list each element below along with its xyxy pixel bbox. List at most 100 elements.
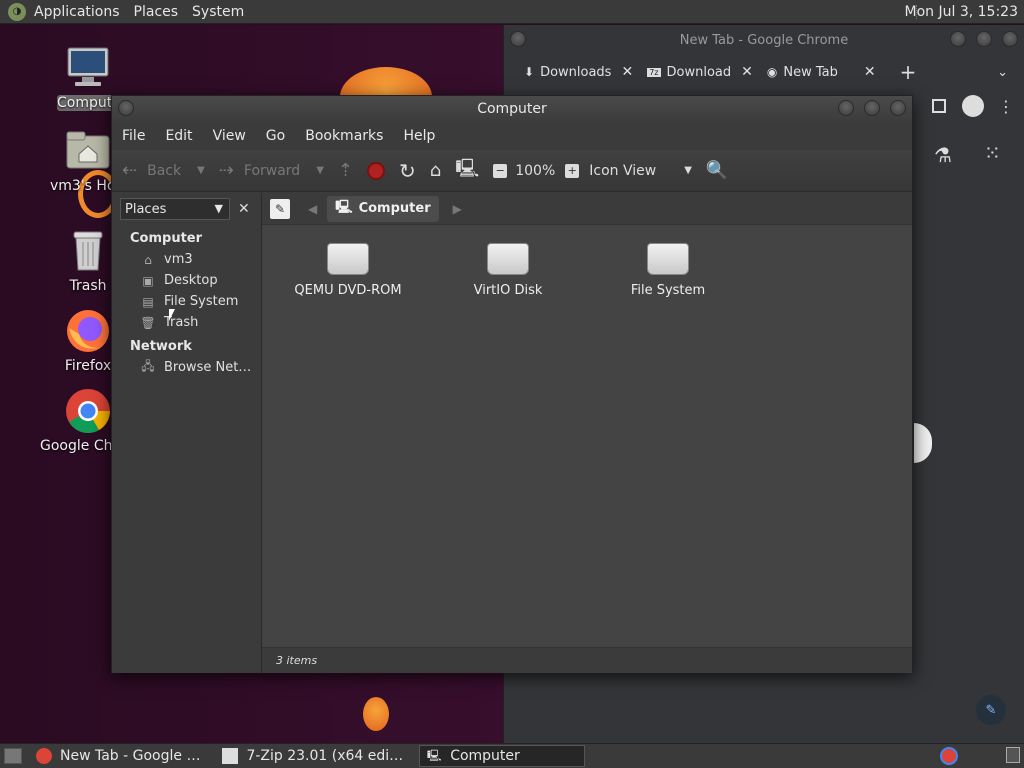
distro-logo-icon[interactable]: ◑ <box>8 2 26 21</box>
maximize-icon[interactable] <box>976 31 992 47</box>
sidebar-group-network: Network <box>130 339 192 354</box>
sidebar-item-file-system[interactable]: ▤ File System <box>112 291 261 312</box>
tab-close-icon[interactable]: ✕ <box>864 64 876 80</box>
more-menu-icon[interactable]: ⋮ <box>998 97 1014 116</box>
file-item-virtio-disk[interactable]: VirtIO Disk <box>438 243 578 298</box>
sidebar-item-browse-network[interactable]: 🖧 Browse Net… <box>112 357 261 378</box>
tab-new-tab[interactable]: ◉ New Tab ✕ <box>767 64 876 80</box>
back-dropdown-icon[interactable]: ▼ <box>197 165 205 176</box>
show-desktop-icon[interactable] <box>4 748 22 764</box>
forward-dropdown-icon[interactable]: ▼ <box>316 165 324 176</box>
fm-toolbar: ⇠ Back ▼ ⇢ Forward ▼ ⇡ ↻ ⌂ 🖳 − 100% + Ic… <box>112 150 912 192</box>
menu-go[interactable]: Go <box>266 128 285 144</box>
home-icon: ⌂ <box>429 160 442 181</box>
tab-download[interactable]: 7z Download ✕ <box>647 64 753 80</box>
chrome-icon <box>65 388 111 434</box>
menu-system[interactable]: System <box>192 4 244 20</box>
home-button[interactable]: ⌂ <box>430 160 441 181</box>
search-icon: 🔍 <box>705 160 729 181</box>
sidebar-item-trash[interactable]: 🗑 Trash <box>112 312 261 333</box>
clock[interactable]: Mon Jul 3, 15:23 <box>905 4 1018 20</box>
tab-close-icon[interactable]: ✕ <box>741 64 753 80</box>
sidebar-group-computer: Computer <box>130 231 203 246</box>
file-item-qemu-dvd-rom[interactable]: QEMU DVD-ROM <box>278 243 418 298</box>
firefox-icon <box>65 308 111 354</box>
task-chrome[interactable]: New Tab - Google … <box>30 745 206 767</box>
labs-flask-icon[interactable]: ⚗ <box>934 143 952 167</box>
menu-file[interactable]: File <box>122 128 145 144</box>
fm-titlebar[interactable]: Computer <box>112 96 912 122</box>
sidebar-item-label: Browse Net… <box>164 360 252 375</box>
close-icon[interactable] <box>890 100 906 116</box>
breadcrumb-label: Computer <box>358 201 431 216</box>
task-computer[interactable]: 🖳 Computer <box>419 745 586 767</box>
file-manager-window[interactable]: Computer File Edit View Go Bookmarks Hel… <box>111 95 913 673</box>
breadcrumb-computer[interactable]: 🖳 Computer <box>327 195 439 222</box>
top-panel: ◑ Applications Places System Mon Jul 3, … <box>0 0 1024 24</box>
zoom-control[interactable]: − 100% + <box>493 163 580 179</box>
minimize-icon[interactable] <box>838 100 854 116</box>
chrome-icon: ◉ <box>766 65 778 79</box>
edit-location-icon[interactable]: ✎ <box>270 198 290 219</box>
search-button[interactable]: 🔍 <box>706 160 728 181</box>
tab-label: New Tab <box>783 64 838 80</box>
sidepanel-icon[interactable] <box>932 99 946 113</box>
close-sidebar-icon[interactable]: ✕ <box>238 201 250 217</box>
stop-button[interactable] <box>367 161 385 180</box>
drive-icon: ▤ <box>142 294 154 309</box>
desktop-icon-label: Computer <box>57 95 119 111</box>
close-icon[interactable] <box>1002 31 1018 47</box>
menu-bookmarks[interactable]: Bookmarks <box>305 128 383 144</box>
task-7zip[interactable]: 7-Zip 23.01 (x64 edi… <box>216 745 409 767</box>
search-box-edge[interactable] <box>914 423 932 463</box>
computer-icon: 🖳 <box>335 199 353 215</box>
chrome-icon <box>36 748 52 764</box>
new-tab-plus-icon[interactable]: + <box>900 60 917 84</box>
tab-close-icon[interactable]: ✕ <box>621 64 633 80</box>
forward-button[interactable]: ⇢ Forward ▼ <box>219 160 324 181</box>
tab-downloads[interactable]: ⬇ Downloads ✕ <box>524 64 633 80</box>
7zip-icon: 7z <box>647 67 661 77</box>
menu-view[interactable]: View <box>213 128 246 144</box>
tray-chrome-icon[interactable] <box>940 747 958 765</box>
crumb-right-arrow-icon[interactable]: ▶ <box>453 202 462 216</box>
places-combo[interactable]: Places ▼ <box>120 198 230 220</box>
menu-edit[interactable]: Edit <box>165 128 192 144</box>
window-menu-icon[interactable] <box>510 31 526 47</box>
back-button[interactable]: ⇠ Back ▼ <box>122 160 205 181</box>
fm-window-title: Computer <box>477 101 547 117</box>
sidebar-item-label: Desktop <box>164 273 218 288</box>
download-icon: ⬇ <box>524 65 535 79</box>
file-item-file-system[interactable]: File System <box>598 243 738 298</box>
file-view[interactable]: ✎ ◀ 🖳 Computer ▶ QEMU DVD-ROM VirtIO Dis… <box>262 193 912 673</box>
zoom-out-icon[interactable]: − <box>493 163 508 178</box>
apps-grid-icon[interactable]: ⁙ <box>984 141 1001 165</box>
computer-icon: 🖳 <box>426 748 442 762</box>
chrome-toolbar-right: ⋮ <box>932 95 1014 117</box>
workspace-switcher-icon[interactable] <box>1006 747 1020 763</box>
customize-pencil-icon[interactable]: ✎ <box>976 695 1006 725</box>
sidebar-item-desktop[interactable]: ▣ Desktop <box>112 270 261 291</box>
computer-button[interactable]: 🖳 <box>455 156 479 186</box>
reload-icon: ↻ <box>399 158 416 183</box>
maximize-icon[interactable] <box>864 100 880 116</box>
tab-search-chevron-icon[interactable]: ⌄ <box>997 65 1008 80</box>
menu-help[interactable]: Help <box>403 128 435 144</box>
task-label: Computer <box>450 748 520 764</box>
view-mode-select[interactable]: Icon View ▼ <box>589 163 692 179</box>
zoom-in-icon[interactable]: + <box>565 163 580 178</box>
crumb-left-arrow-icon[interactable]: ◀ <box>308 202 317 216</box>
trash-icon <box>65 228 111 274</box>
sidebar-item-label: File System <box>164 294 239 309</box>
profile-avatar-icon[interactable] <box>962 95 984 117</box>
task-label: New Tab - Google … <box>60 748 201 764</box>
tab-label: Download <box>666 64 732 80</box>
up-button[interactable]: ⇡ <box>338 160 353 181</box>
reload-button[interactable]: ↻ <box>399 159 416 183</box>
window-menu-icon[interactable] <box>118 100 134 116</box>
menu-places[interactable]: Places <box>134 4 179 20</box>
sidebar-item-vm3[interactable]: ⌂ vm3 <box>112 249 261 270</box>
chrome-titlebar[interactable]: New Tab - Google Chrome <box>504 25 1024 55</box>
minimize-icon[interactable] <box>950 31 966 47</box>
menu-applications[interactable]: Applications <box>34 4 120 20</box>
